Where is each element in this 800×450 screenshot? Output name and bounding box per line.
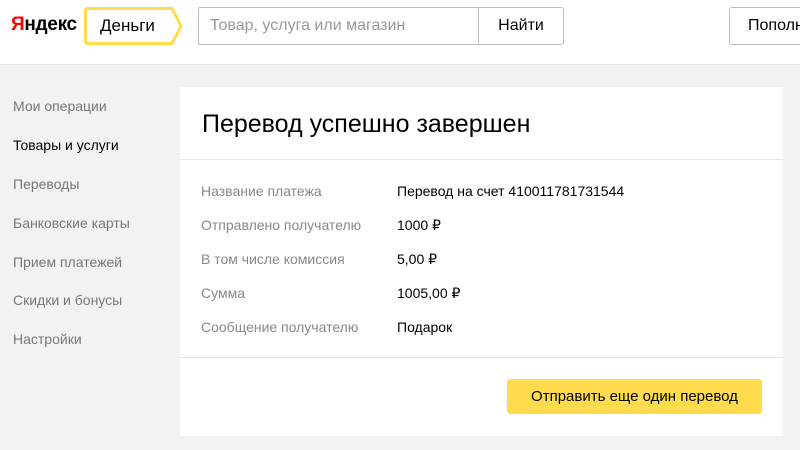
topup-button[interactable]: Пополнить — [729, 7, 800, 45]
total-amount-label: Сумма — [201, 285, 245, 301]
sidebar-item-transfers[interactable]: Переводы — [13, 176, 79, 192]
transfer-result-card: Перевод успешно завершен Название платеж… — [180, 87, 783, 436]
divider — [180, 159, 783, 160]
sent-to-recipient-value: 1000 ₽ — [397, 217, 441, 233]
header: Яндекс Деньги Найти Пополнить — [0, 0, 800, 65]
payment-name-value: Перевод на счет 410011781731544 — [397, 183, 625, 199]
total-amount-value: 1005,00 ₽ — [397, 285, 461, 301]
page-title: Перевод успешно завершен — [202, 110, 531, 138]
search-input[interactable] — [198, 7, 479, 45]
sidebar-item-payment-acceptance[interactable]: Прием платежей — [13, 254, 122, 270]
sidebar-item-goods-services[interactable]: Товары и услуги — [13, 137, 119, 153]
recipient-message-label: Сообщение получателю — [201, 319, 359, 335]
service-tab-money[interactable]: Деньги — [84, 7, 184, 45]
recipient-message-value: Подарок — [397, 319, 453, 335]
sidebar-item-discounts-bonuses[interactable]: Скидки и бонусы — [13, 292, 122, 308]
search-button[interactable]: Найти — [478, 7, 564, 45]
commission-label: В том числе комиссия — [201, 251, 345, 267]
commission-value: 5,00 ₽ — [397, 251, 438, 267]
sidebar-item-bank-cards[interactable]: Банковские карты — [13, 215, 130, 231]
send-another-transfer-button[interactable]: Отправить еще один перевод — [507, 379, 762, 414]
yandex-logo[interactable]: Яндекс — [11, 14, 77, 36]
service-tab-label: Деньги — [100, 16, 155, 35]
sidebar-item-operations[interactable]: Мои операции — [13, 98, 107, 114]
payment-name-label: Название платежа — [201, 183, 322, 199]
sent-to-recipient-label: Отправлено получателю — [201, 217, 362, 233]
divider — [180, 357, 783, 358]
sidebar-item-settings[interactable]: Настройки — [13, 331, 82, 347]
